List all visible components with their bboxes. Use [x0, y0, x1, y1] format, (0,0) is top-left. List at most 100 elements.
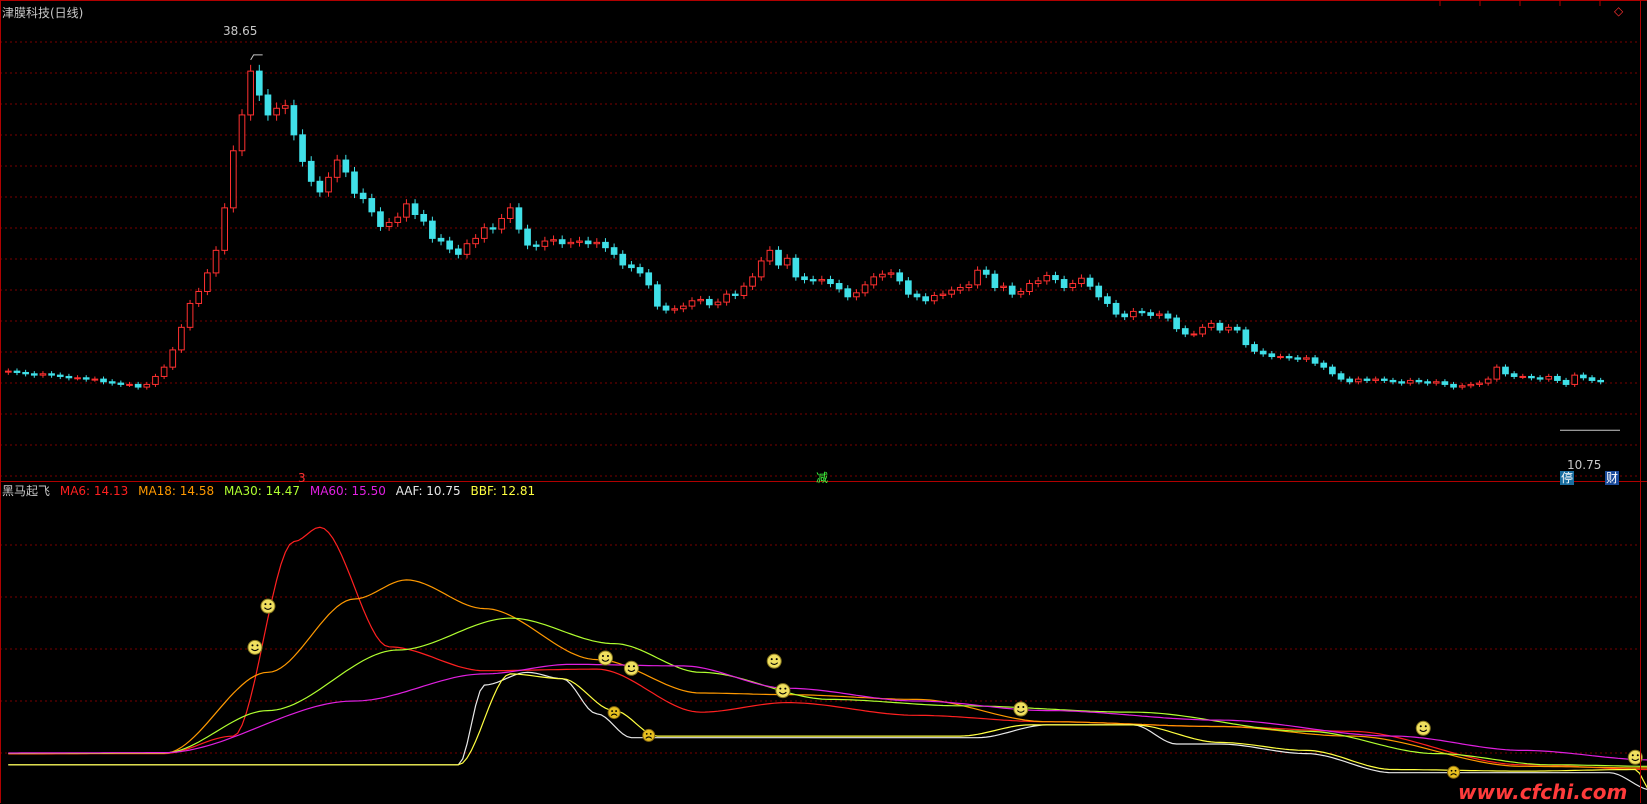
candle-body	[930, 294, 938, 302]
candle-body	[1008, 285, 1016, 295]
high-pointer	[250, 54, 263, 61]
candle-body	[1545, 375, 1553, 380]
candle	[870, 273, 878, 289]
candle	[1026, 279, 1033, 296]
candle-body	[1000, 285, 1007, 289]
candle-body	[801, 276, 808, 281]
chart-canvas[interactable]	[0, 0, 1647, 803]
candle-body	[740, 285, 748, 296]
candle-body	[965, 284, 973, 289]
candle	[861, 281, 869, 297]
candle	[204, 269, 211, 296]
candle-body	[913, 293, 921, 298]
frown-icon	[607, 706, 621, 720]
candle	[956, 283, 964, 294]
candle	[835, 279, 843, 293]
candle-body	[939, 293, 947, 296]
candle-body	[498, 217, 505, 230]
candle-body	[905, 280, 912, 295]
frown-eye	[645, 733, 648, 735]
candle	[403, 199, 410, 222]
candle	[827, 275, 834, 288]
candle	[1207, 320, 1215, 331]
candle	[1580, 372, 1587, 381]
candle-body	[1052, 275, 1059, 281]
candle-body	[1580, 374, 1587, 379]
candle	[766, 246, 774, 265]
candle	[1329, 364, 1336, 377]
candlestick-series[interactable]	[5, 54, 1621, 431]
smiley-eye	[784, 687, 787, 690]
candle	[1112, 299, 1120, 318]
candle-body	[602, 241, 609, 249]
candle-body	[333, 159, 341, 178]
candle	[1216, 320, 1224, 334]
candle	[939, 290, 947, 300]
candle	[731, 290, 739, 300]
event-marker-reduce[interactable]: 减	[816, 471, 828, 485]
candle	[238, 109, 246, 157]
candle	[178, 324, 185, 353]
candle-body	[342, 159, 350, 173]
candle-body	[48, 373, 55, 376]
suspend-badge[interactable]: 停	[1560, 471, 1575, 485]
smiley-eye	[1022, 706, 1025, 709]
candle	[342, 154, 350, 178]
candle-body	[731, 293, 739, 296]
candle-body	[1277, 356, 1284, 359]
candle	[1294, 355, 1302, 363]
candle-body	[238, 114, 246, 152]
candle	[290, 99, 298, 141]
candle-body	[688, 300, 696, 307]
finance-badge[interactable]: 财	[1605, 471, 1620, 485]
smiley-eye	[256, 644, 259, 647]
candle-body	[446, 240, 454, 250]
candle-body	[1528, 375, 1535, 379]
candle	[1078, 274, 1085, 288]
candle-body	[541, 240, 549, 247]
candle-body	[1519, 375, 1527, 378]
candle	[299, 129, 306, 167]
candle	[896, 269, 904, 285]
candle	[1138, 307, 1146, 317]
candle-body	[1493, 366, 1501, 380]
candle	[1441, 379, 1449, 387]
event-marker-3[interactable]: 3	[298, 471, 306, 485]
diamond-icon[interactable]: ◇	[1614, 4, 1623, 18]
candle	[550, 235, 557, 246]
candle	[905, 277, 912, 298]
candle-body	[948, 289, 955, 295]
legend-ma6: MA6: 14.13	[59, 484, 129, 498]
candle-body	[1562, 379, 1570, 385]
candle	[1467, 381, 1475, 389]
candle	[809, 275, 817, 285]
candle	[1406, 377, 1414, 386]
smiley-icon	[1013, 701, 1029, 717]
candle	[1285, 353, 1293, 361]
candle-body	[143, 383, 151, 388]
candle	[1043, 271, 1051, 285]
candle	[1060, 275, 1068, 292]
candle-body	[645, 272, 653, 286]
candle-body	[1406, 379, 1414, 384]
candle-body	[377, 211, 384, 227]
stock-chart-window[interactable]: 津膜科技(日线) 38.65 10.75 黑马起飞 MA6: 14.13 MA1…	[0, 0, 1647, 804]
candle-body	[437, 237, 445, 242]
candle-body	[325, 176, 332, 193]
candle-body	[584, 240, 592, 245]
candle	[39, 371, 47, 378]
legend-bbf: BBF: 12.81	[470, 484, 536, 498]
candle	[143, 381, 151, 390]
candle	[680, 302, 687, 313]
last-price-label: 10.75	[1567, 458, 1602, 472]
candle	[1320, 360, 1328, 370]
candle-body	[749, 276, 756, 287]
indicator-line-bbf	[8, 673, 1647, 789]
candle	[1588, 375, 1596, 384]
candle-body	[532, 244, 540, 247]
smiley-eye	[1424, 725, 1427, 728]
smiley-icon	[597, 650, 613, 666]
candle-body	[506, 207, 514, 219]
candle-body	[1346, 378, 1354, 383]
candle-body	[567, 241, 575, 245]
